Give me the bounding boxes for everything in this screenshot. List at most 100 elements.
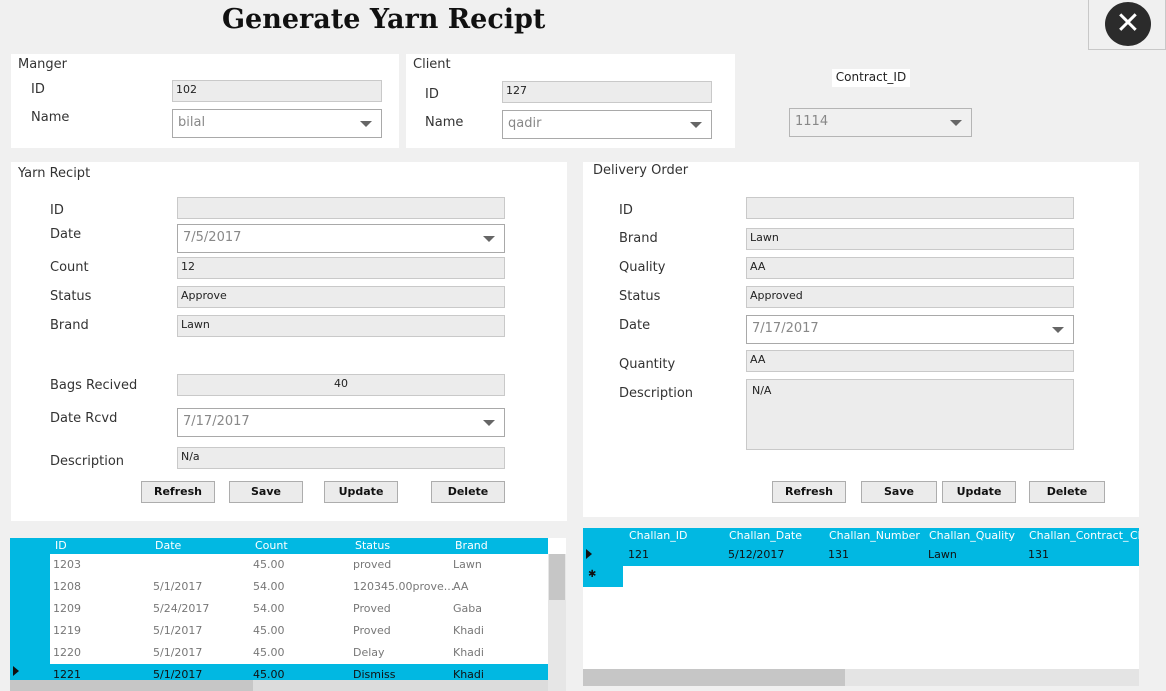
contract-id-value: 1114: [795, 114, 829, 129]
new-row-header[interactable]: ✱: [583, 566, 623, 587]
client-panel: Client ID 127 Name qadir: [406, 54, 735, 148]
chevron-down-icon: [360, 121, 372, 127]
cell-challan-number: 131: [828, 548, 849, 561]
yarn-bags-field[interactable]: 40: [177, 374, 505, 396]
delivery-brand-field[interactable]: Lawn: [746, 228, 1074, 250]
cell-status: Proved: [353, 624, 391, 637]
yarn-grid-horizontal-scrollbar[interactable]: [10, 680, 548, 691]
table-row-selected[interactable]: 121 5/12/2017 131 Lawn 131: [583, 544, 1139, 566]
manager-panel: Manger ID 102 Name bilal: [11, 54, 399, 148]
cell-challan-id: 121: [628, 548, 649, 561]
yarn-refresh-button[interactable]: Refresh: [141, 481, 215, 503]
delivery-status-label: Status: [619, 289, 661, 304]
client-panel-title: Client: [413, 57, 451, 72]
delivery-id-field[interactable]: [746, 197, 1074, 219]
close-icon[interactable]: ✕: [1105, 2, 1151, 46]
delivery-status-field[interactable]: Approved: [746, 286, 1074, 308]
yarn-col-date[interactable]: Date: [155, 539, 181, 552]
challan-col-date[interactable]: Challan_Date: [729, 529, 802, 542]
client-id-label: ID: [425, 87, 439, 102]
challan-col-number[interactable]: Challan_Number: [829, 529, 920, 542]
cell-brand: AA: [453, 580, 469, 593]
yarn-date-rcvd-picker[interactable]: 7/17/2017: [177, 408, 505, 437]
yarn-update-button[interactable]: Update: [324, 481, 398, 503]
yarn-status-field[interactable]: Approve: [177, 286, 505, 308]
cell-status: proved: [353, 558, 392, 571]
delivery-save-button[interactable]: Save: [861, 481, 937, 503]
table-row[interactable]: 1219 5/1/2017 45.00 Proved Khadi: [50, 620, 548, 642]
yarn-id-field[interactable]: [177, 197, 505, 219]
table-row[interactable]: 1203 45.00 proved Lawn: [50, 554, 548, 576]
yarn-date-picker[interactable]: 7/5/2017: [177, 224, 505, 253]
challan-col-id[interactable]: Challan_ID: [629, 529, 687, 542]
challan-grid-horizontal-scrollbar[interactable]: [583, 669, 1139, 686]
delivery-quality-field[interactable]: AA: [746, 257, 1074, 279]
manager-panel-title: Manger: [18, 57, 68, 72]
challan-grid-header: Challan_ID Challan_Date Challan_Number C…: [583, 528, 1139, 544]
manager-name-combo[interactable]: bilal: [172, 109, 382, 138]
yarn-grid[interactable]: ID Date Count Status Brand 1203 45.00 pr…: [10, 538, 566, 691]
row-pointer-icon: [586, 549, 592, 559]
cell-brand: Lawn: [453, 558, 482, 571]
manager-name-label: Name: [31, 110, 70, 125]
client-name-combo[interactable]: qadir: [502, 110, 712, 139]
manager-id-field[interactable]: 102: [172, 80, 382, 102]
manager-name-value: bilal: [178, 115, 206, 130]
scroll-thumb[interactable]: [549, 554, 565, 600]
cell-status: Proved: [353, 602, 391, 615]
new-row-icon: ✱: [588, 569, 597, 580]
challan-col-quality[interactable]: Challan_Quality: [929, 529, 1015, 542]
scroll-thumb[interactable]: [583, 669, 845, 686]
cell-date: 5/1/2017: [153, 646, 203, 659]
table-row[interactable]: 1220 5/1/2017 45.00 Delay Khadi: [50, 642, 548, 664]
chevron-down-icon: [483, 236, 495, 242]
delivery-update-button[interactable]: Update: [942, 481, 1016, 503]
delivery-description-field[interactable]: N/A: [746, 379, 1074, 450]
challan-col-contract[interactable]: Challan_Contract_: [1029, 529, 1129, 542]
cell-date: 5/1/2017: [153, 624, 203, 637]
table-row[interactable]: 1208 5/1/2017 54.00 120345.00prove... AA: [50, 576, 548, 598]
yarn-save-button[interactable]: Save: [229, 481, 303, 503]
yarn-description-field[interactable]: N/a: [177, 447, 505, 469]
delivery-brand-label: Brand: [619, 231, 658, 246]
yarn-brand-field[interactable]: Lawn: [177, 315, 505, 337]
delivery-quality-label: Quality: [619, 260, 666, 275]
contract-id-combo[interactable]: 1114: [789, 108, 972, 137]
delivery-order-panel: Delivery Order ID Brand Lawn Quality AA …: [583, 162, 1139, 517]
delivery-quantity-field[interactable]: AA: [746, 350, 1074, 372]
cell-count: 45.00: [253, 646, 285, 659]
challan-grid[interactable]: Challan_ID Challan_Date Challan_Number C…: [583, 528, 1139, 686]
cell-id: 1220: [53, 646, 81, 659]
client-id-field[interactable]: 127: [502, 81, 712, 103]
yarn-col-status[interactable]: Status: [355, 539, 390, 552]
yarn-date-rcvd-label: Date Rcvd: [50, 411, 118, 426]
yarn-col-count[interactable]: Count: [255, 539, 288, 552]
chevron-down-icon: [483, 420, 495, 426]
cell-status: Delay: [353, 646, 385, 659]
delivery-refresh-button[interactable]: Refresh: [772, 481, 846, 503]
yarn-delete-button[interactable]: Delete: [431, 481, 505, 503]
delivery-delete-button[interactable]: Delete: [1029, 481, 1105, 503]
yarn-count-label: Count: [50, 260, 89, 275]
cell-challan-contract: 131: [1028, 548, 1049, 561]
yarn-count-field[interactable]: 12: [177, 257, 505, 279]
yarn-bags-label: Bags Recived: [50, 378, 138, 393]
cell-brand: Khadi: [453, 624, 484, 637]
cell-count: 45.00: [253, 624, 285, 637]
delivery-description-label: Description: [619, 386, 694, 401]
yarn-grid-vertical-scrollbar[interactable]: [548, 554, 566, 691]
cell-challan-date: 5/12/2017: [728, 548, 785, 561]
cell-challan-quality: Lawn: [928, 548, 957, 561]
yarn-col-id[interactable]: ID: [55, 539, 67, 552]
scroll-thumb[interactable]: [10, 680, 253, 691]
table-row[interactable]: 1209 5/24/2017 54.00 Proved Gaba: [50, 598, 548, 620]
yarn-receipt-panel: Yarn Recipt ID Date 7/5/2017 Count 12 St…: [11, 162, 567, 521]
yarn-brand-label: Brand: [50, 318, 89, 333]
yarn-col-brand[interactable]: Brand: [455, 539, 488, 552]
challan-col-extra[interactable]: Ch: [1130, 529, 1139, 542]
delivery-date-value: 7/17/2017: [752, 321, 819, 336]
delivery-date-picker[interactable]: 7/17/2017: [746, 315, 1074, 344]
yarn-date-rcvd-value: 7/17/2017: [183, 414, 250, 429]
cell-brand: Gaba: [453, 602, 482, 615]
cell-id: 1203: [53, 558, 81, 571]
